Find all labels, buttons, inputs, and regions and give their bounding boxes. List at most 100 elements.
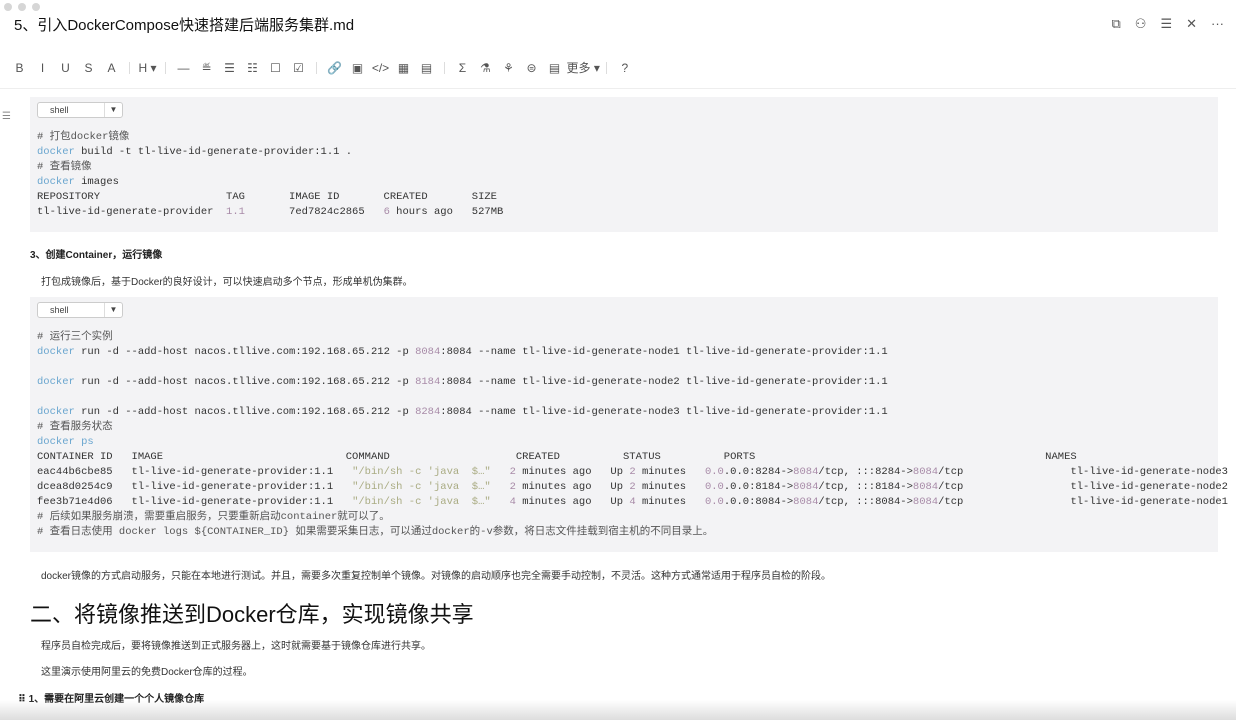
toolbar-button[interactable]: ▣ bbox=[347, 61, 369, 75]
toolbar-button[interactable]: ⚘ bbox=[498, 61, 520, 75]
top-action-icon[interactable]: ··· bbox=[1211, 16, 1224, 32]
code-line: tl-live-id-generate-provider 1.1 7ed7824… bbox=[37, 205, 503, 220]
code-token: 8084 bbox=[793, 466, 819, 478]
code-token: dcea8d0254c9 tl-live-id-generate-provide… bbox=[37, 481, 353, 493]
code-token: /tcp tl-live-id-generate-node3 bbox=[938, 466, 1228, 478]
toolbar-button[interactable]: ⚗ bbox=[475, 61, 497, 75]
toolbar-button[interactable]: 🔗 bbox=[324, 61, 346, 75]
code-line: # 后续如果服务崩溃，需要重启服务，只要重新启动container就可以了。 bbox=[37, 510, 1228, 525]
toolbar-button[interactable]: ☑ bbox=[288, 61, 310, 75]
window-controls[interactable] bbox=[4, 3, 40, 11]
code-line: docker ps bbox=[37, 435, 1228, 450]
code-line: docker build -t tl-live-id-generate-prov… bbox=[37, 145, 503, 160]
code-line: docker images bbox=[37, 175, 503, 190]
toolbar-button[interactable]: Σ bbox=[452, 61, 474, 75]
top-action-icon[interactable]: ✕ bbox=[1186, 16, 1197, 32]
code-token: /tcp tl-live-id-generate-node2 bbox=[938, 481, 1228, 493]
code-token: /tcp, :::8084-> bbox=[818, 496, 913, 508]
code-line bbox=[37, 390, 1228, 405]
code-lines: # 运行三个实例 docker run -d --add-host nacos.t… bbox=[37, 330, 1228, 540]
code-line: # 打包docker镜像 bbox=[37, 130, 503, 145]
code-token: # 运行三个实例 bbox=[37, 331, 113, 343]
toolbar-button[interactable]: ☷ bbox=[242, 61, 264, 75]
code-token: 0.0 bbox=[704, 496, 724, 508]
code-token: "/bin/sh -c 'java $…" bbox=[352, 496, 491, 508]
code-line: # 运行三个实例 bbox=[37, 330, 1228, 345]
toolbar-button[interactable]: H ▾ bbox=[137, 61, 159, 75]
top-action-icon[interactable]: ⚇ bbox=[1135, 16, 1147, 32]
chevron-down-icon: ▼ bbox=[104, 103, 122, 117]
code-token: docker bbox=[37, 176, 75, 188]
toolbar-button[interactable]: U bbox=[55, 61, 77, 75]
toolbar-button[interactable]: ▤ bbox=[544, 61, 566, 75]
toolbar-button[interactable]: ☐ bbox=[265, 61, 287, 75]
code-line: fee3b71e4d06 tl-live-id-generate-provide… bbox=[37, 495, 1228, 510]
toolbar-button[interactable]: ▤ bbox=[416, 61, 438, 75]
code-token: # 查看镜像 bbox=[37, 161, 92, 173]
code-token: 8084 bbox=[793, 496, 819, 508]
toolbar-button[interactable]: B bbox=[9, 61, 31, 75]
toolbar-button[interactable]: — bbox=[173, 61, 195, 75]
code-lines: # 打包docker镜像 docker build -t tl-live-id-g… bbox=[37, 130, 503, 220]
code-token: CONTAINER ID IMAGE COMMAND CREATED STATU… bbox=[37, 451, 1077, 463]
code-token: 0.0 bbox=[704, 481, 724, 493]
toolbar-button[interactable]: ? bbox=[614, 61, 636, 75]
toolbar-separator bbox=[606, 61, 608, 74]
code-token: .0.0:8084-> bbox=[723, 496, 794, 508]
language-select[interactable]: shell ▼ bbox=[37, 102, 123, 118]
code-token: docker ps bbox=[37, 436, 94, 448]
code-token: :8084 --name tl-live-id-generate-node3 t… bbox=[440, 406, 888, 418]
code-line: REPOSITORY TAG IMAGE ID CREATED SIZE bbox=[37, 190, 503, 205]
code-token: 8084 bbox=[415, 346, 441, 358]
code-token: # 打包docker镜像 bbox=[37, 131, 130, 143]
toolbar-button[interactable]: I bbox=[32, 61, 54, 75]
code-token: # 查看服务状态 bbox=[37, 421, 113, 433]
code-token: REPOSITORY TAG IMAGE ID CREATED SIZE bbox=[37, 191, 497, 203]
code-token: minutes ago Up bbox=[515, 481, 630, 493]
code-token: # 后续如果服务崩溃，需要重启服务，只要重新启动container就可以了。 bbox=[37, 511, 390, 523]
toolbar-button[interactable]: 更多 ▾ bbox=[567, 59, 600, 76]
code-token: docker bbox=[37, 406, 75, 418]
toolbar-button[interactable]: ⊜ bbox=[521, 61, 543, 75]
toolbar-button[interactable]: ▦ bbox=[393, 61, 415, 75]
top-right-icons: ⧉ ⚇ ☰ ✕ ··· bbox=[1111, 16, 1224, 32]
code-token: minutes bbox=[635, 481, 705, 493]
toolbar-button[interactable]: A bbox=[101, 61, 123, 75]
top-action-icon[interactable]: ☰ bbox=[1160, 16, 1172, 32]
code-token: "/bin/sh -c 'java $…" bbox=[352, 481, 491, 493]
heading-create-container: 3、创建Container，运行镜像 bbox=[30, 250, 163, 261]
code-token: 7ed7824c2865 bbox=[244, 206, 384, 218]
code-token: :8084 --name tl-live-id-generate-node1 t… bbox=[440, 346, 888, 358]
code-token: docker bbox=[37, 376, 75, 388]
code-line: docker run -d --add-host nacos.tllive.co… bbox=[37, 375, 1228, 390]
outline-icon[interactable]: ☰ bbox=[2, 111, 11, 122]
code-token: 8284 bbox=[415, 406, 441, 418]
code-token: 8084 bbox=[793, 481, 819, 493]
code-token: :8084 --name tl-live-id-generate-node2 t… bbox=[440, 376, 888, 388]
code-token: eac44b6cbe85 tl-live-id-generate-provide… bbox=[37, 466, 353, 478]
paragraph: 这里演示使用阿里云的免费Docker仓库的过程。 bbox=[41, 667, 253, 678]
code-token: docker bbox=[37, 346, 75, 358]
toolbar-button[interactable]: S bbox=[78, 61, 100, 75]
top-action-icon[interactable]: ⧉ bbox=[1111, 16, 1120, 32]
heading-push-registry: 二、将镜像推送到Docker仓库，实现镜像共享 bbox=[30, 602, 474, 627]
toolbar-button[interactable]: ≝ bbox=[196, 61, 218, 75]
code-token: minutes ago Up bbox=[515, 466, 630, 478]
toolbar-button[interactable]: ☰ bbox=[219, 61, 241, 75]
code-token: run -d --add-host nacos.tllive.com:192.1… bbox=[74, 406, 416, 418]
code-token: 8084 bbox=[912, 496, 939, 508]
toolbar-button[interactable]: </> bbox=[370, 61, 392, 75]
code-token: .0.0:8284-> bbox=[723, 466, 794, 478]
code-block-run[interactable]: shell ▼ # 运行三个实例 docker run -d --add-host … bbox=[30, 297, 1228, 552]
code-line: # 查看日志使用 docker logs ${CONTAINER_ID} 如果需… bbox=[37, 525, 1228, 540]
toolbar-separator bbox=[129, 61, 130, 74]
code-line: docker run -d --add-host nacos.tllive.co… bbox=[37, 405, 1228, 420]
language-select[interactable]: shell ▼ bbox=[37, 302, 123, 318]
paragraph: 程序员自检完成后，要将镜像推送到正式服务器上，这时就需要基于镜像仓库进行共享。 bbox=[41, 641, 431, 652]
code-block-build[interactable]: shell ▼ # 打包docker镜像 docker build -t tl-li… bbox=[30, 97, 1218, 232]
code-token: /tcp tl-live-id-generate-node1 bbox=[938, 496, 1228, 508]
